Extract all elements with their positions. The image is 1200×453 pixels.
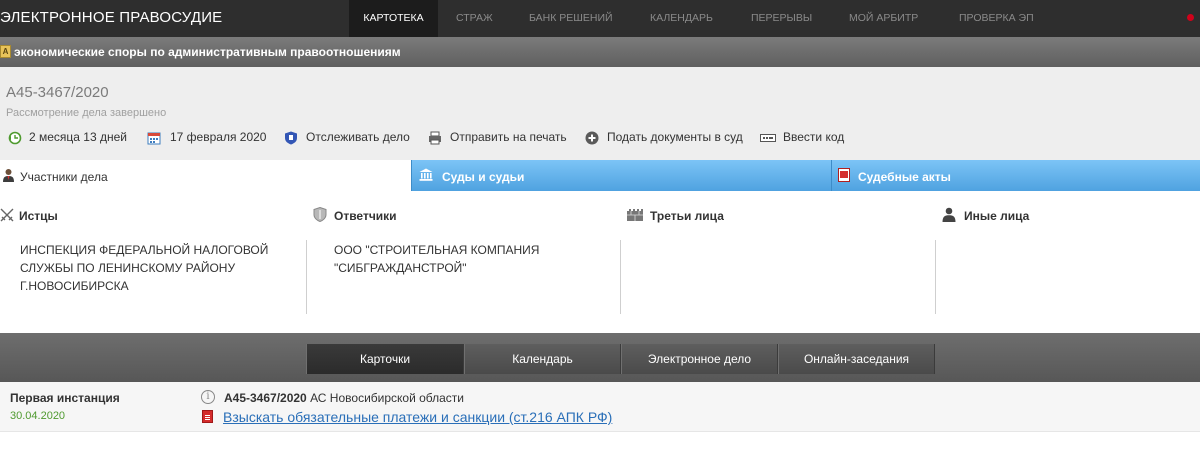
calendar-icon xyxy=(147,132,161,145)
document-link[interactable]: Взыскать обязательные платежи и санкции … xyxy=(223,409,612,425)
instance-case: А45-3467/2020 АС Новосибирской области xyxy=(224,391,464,405)
notification-dot xyxy=(1187,14,1194,21)
print-link[interactable]: Отправить на печать xyxy=(450,130,567,144)
nav-item-decisions-bank[interactable]: БАНК РЕШЕНИЙ xyxy=(529,0,613,37)
top-navigation: ЭЛЕКТРОННОЕ ПРАВОСУДИЕ КАРТОТЕКА СТРАЖ Б… xyxy=(0,0,1200,37)
courthouse-icon xyxy=(419,168,433,181)
site-brand[interactable]: ЭЛЕКТРОННОЕ ПРАВОСУДИЕ xyxy=(0,9,222,26)
column-divider xyxy=(620,240,621,314)
nav-item-strazh[interactable]: СТРАЖ xyxy=(456,0,493,37)
other-parties-title: Иные лица xyxy=(964,209,1030,223)
tab-courts-judges[interactable]: Суды и судьи xyxy=(411,160,831,191)
castle-wall-icon xyxy=(627,209,643,221)
enter-code-link[interactable]: Ввести код xyxy=(783,130,844,144)
nav-item-breaks[interactable]: ПЕРЕРЫВЫ xyxy=(751,0,812,37)
tab-calendar[interactable]: Календарь xyxy=(464,344,621,374)
case-number: А45-3467/2020 xyxy=(6,84,109,101)
case-duration: 2 месяца 13 дней xyxy=(29,130,127,144)
pdf-document-icon xyxy=(202,410,213,423)
shield-icon xyxy=(313,207,327,222)
nav-item-my-arbitr[interactable]: МОЙ АРБИТР xyxy=(849,0,918,37)
instance-date: 30.04.2020 xyxy=(10,410,66,422)
case-date: 17 февраля 2020 xyxy=(170,130,267,144)
third-parties-title: Третьи лица xyxy=(650,209,724,223)
crossed-swords-icon xyxy=(0,208,14,222)
tab-court-acts[interactable]: Судебные акты xyxy=(831,160,1200,191)
code-input-icon xyxy=(760,134,776,142)
plaintiff-name: ИНСПЕКЦИЯ ФЕДЕРАЛЬНОЙ НАЛОГОВОЙ СЛУЖБЫ П… xyxy=(20,243,269,293)
info-icon[interactable]: i xyxy=(201,390,215,404)
person-silhouette-icon xyxy=(942,207,956,222)
instance-title: Первая инстанция xyxy=(10,391,120,405)
duration-clock-icon xyxy=(8,131,22,145)
tab-participants[interactable]: Участники дела xyxy=(0,160,411,191)
column-divider xyxy=(935,240,936,314)
instance-court: АС Новосибирской области xyxy=(306,391,464,405)
nav-item-calendar[interactable]: КАЛЕНДАРЬ xyxy=(650,0,713,37)
case-category: экономические споры по административным … xyxy=(14,45,401,59)
case-category-bar: А экономические споры по административны… xyxy=(0,37,1200,67)
defendant-name: ООО "СТРОИТЕЛЬНАЯ КОМПАНИЯ "СИБГРАЖДАНСТ… xyxy=(334,243,540,275)
tab-online-hearings[interactable]: Онлайн-заседания xyxy=(778,344,935,374)
nav-item-kartoteka[interactable]: КАРТОТЕКА xyxy=(349,0,438,37)
tab-courts-judges-label: Суды и судьи xyxy=(442,170,525,184)
tab-court-acts-label: Судебные акты xyxy=(858,170,951,184)
printer-icon xyxy=(429,131,441,145)
plus-circle-icon xyxy=(585,131,599,145)
tab-electronic-case[interactable]: Электронное дело xyxy=(621,344,778,374)
plaintiffs-title: Истцы xyxy=(19,209,58,223)
case-status: Рассмотрение дела завершено xyxy=(6,107,167,119)
column-divider xyxy=(306,240,307,314)
defendants-title: Ответчики xyxy=(334,209,397,223)
instance-case-number: А45-3467/2020 xyxy=(224,391,307,405)
nav-item-signature-check[interactable]: ПРОВЕРКА ЭП xyxy=(959,0,1034,37)
track-case-link[interactable]: Отслеживать дело xyxy=(306,130,410,144)
tab-cards[interactable]: Карточки xyxy=(306,344,464,374)
submit-documents-link[interactable]: Подать документы в суд xyxy=(607,130,743,144)
person-icon xyxy=(3,169,14,182)
tab-participants-label: Участники дела xyxy=(20,170,108,184)
case-header: А45-3467/2020 Рассмотрение дела завершен… xyxy=(0,67,1200,160)
pdf-acts-icon xyxy=(838,168,850,182)
document-category-icon: А xyxy=(0,45,11,58)
shield-track-icon xyxy=(285,131,297,145)
